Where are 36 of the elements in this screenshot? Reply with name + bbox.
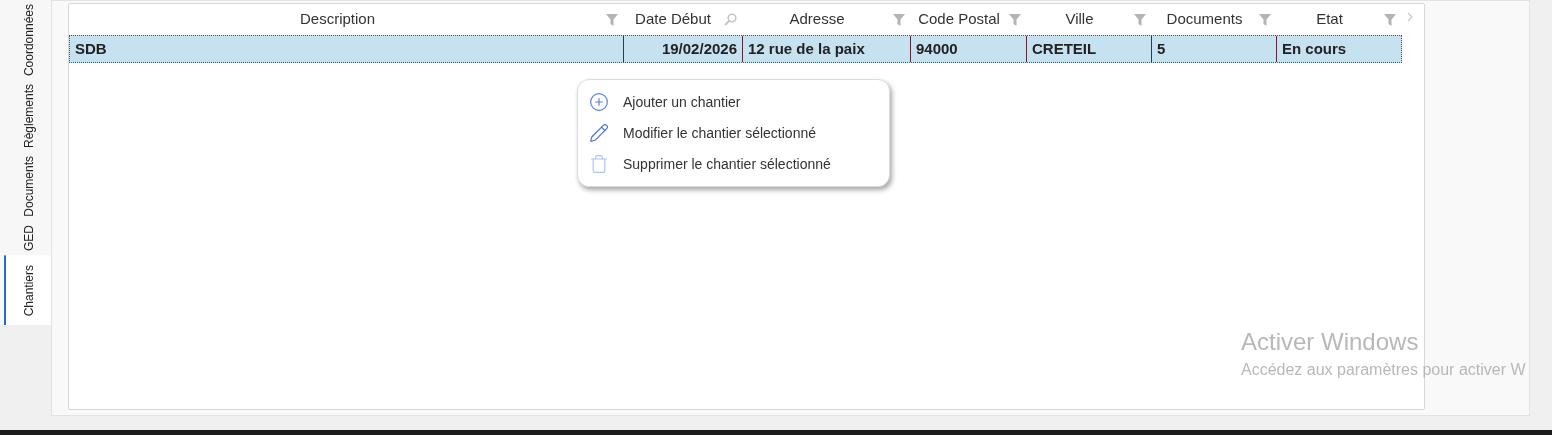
column-header[interactable]: Documents [1150,8,1259,31]
filter-icon[interactable] [1384,13,1396,26]
table-cell-text: SDB [74,38,108,59]
table-cell: En cours [1276,36,1401,62]
table-cell: CRETEIL [1026,36,1151,62]
table-cell: 19/02/2026 [623,36,742,62]
chevron-right-icon[interactable] [1406,11,1414,22]
filter-icon[interactable] [1009,13,1021,26]
pencil-icon [589,123,609,143]
filter-icon[interactable] [893,13,905,26]
table-row[interactable]: SDB 19/02/2026 12 rue de la paix 94000 CRETEIL 5 En cours [69,35,1402,63]
column-header[interactable]: Adresse [741,8,893,31]
add-icon [589,92,609,112]
activation-text: Accédez aux paramètres pour activer W [1241,360,1526,380]
column-header[interactable]: Description [69,8,606,31]
column-header[interactable]: Date Début [622,8,724,31]
side-tab[interactable]: Coordonnées [4,0,51,81]
menu-item[interactable]: Modifier le chantier sélectionné [589,121,878,145]
filter-icon[interactable] [1259,13,1271,26]
filter-icon[interactable] [606,13,618,26]
trash-icon [589,154,609,174]
side-tab[interactable]: GED [4,220,51,255]
side-tab[interactable]: Chantiers [4,254,51,325]
table-cell: 5 [1151,36,1276,62]
table-cell: 12 rue de la paix [742,36,910,62]
search-icon[interactable] [724,13,737,26]
column-header[interactable]: Ville [1025,8,1134,31]
table-cell: 94000 [910,36,1026,62]
side-tab[interactable]: Règlements [4,80,51,153]
column-header[interactable]: Etat [1275,8,1384,31]
activation-title: Activer Windows [1241,327,1420,357]
menu-item[interactable]: Supprimer le chantier sélectionné [589,152,878,176]
side-tab[interactable]: Documents [4,152,51,221]
filter-icon[interactable] [1134,13,1146,26]
menu-item[interactable]: Ajouter un chantier [589,90,878,114]
column-header[interactable]: Code Postal [909,8,1009,31]
